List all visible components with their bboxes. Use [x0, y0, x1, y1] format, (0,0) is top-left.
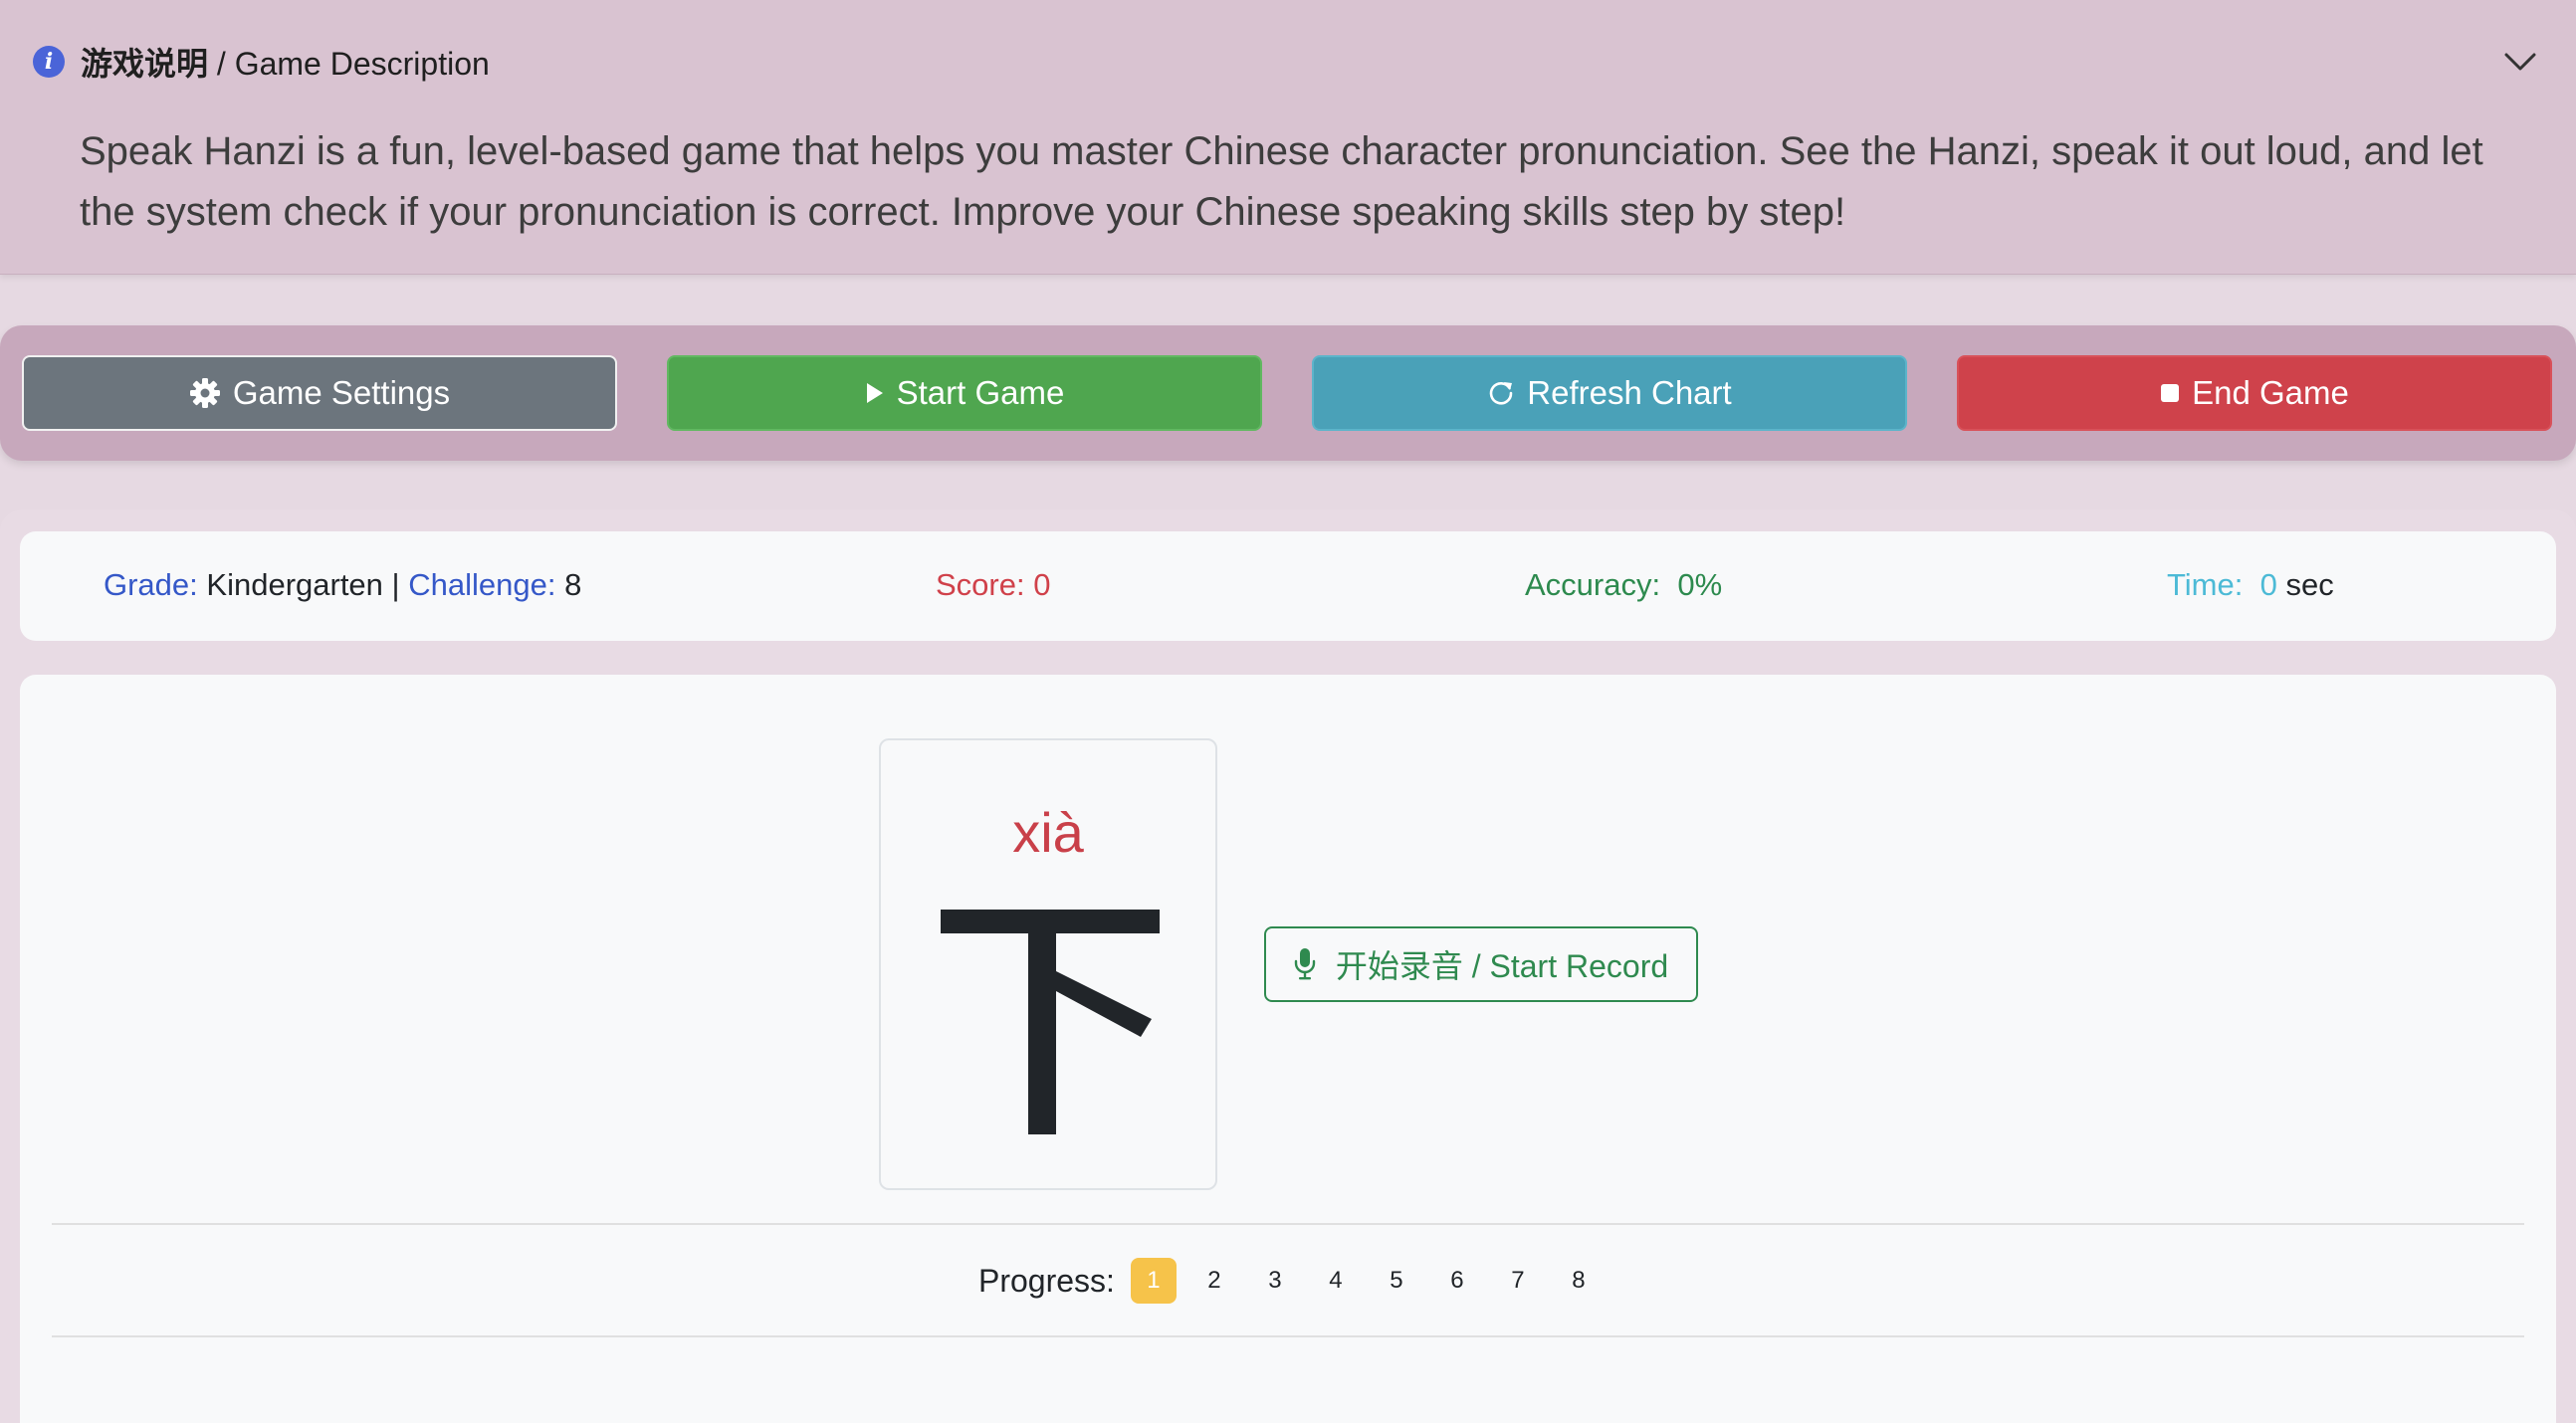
gear-icon	[189, 377, 221, 409]
start-record-button[interactable]: 开始录音 / Start Record	[1264, 926, 1698, 1002]
description-header[interactable]: i 游戏说明 / Game Description	[33, 40, 490, 84]
description-title-en: Game Description	[234, 46, 490, 82]
end-game-label: End Game	[2192, 374, 2349, 411]
accuracy-label: Accuracy:	[1525, 567, 1661, 602]
hanzi-character: 下	[941, 910, 1160, 1134]
grade-value: Kindergarten	[206, 567, 383, 602]
game-settings-label: Game Settings	[232, 374, 451, 411]
pinyin-text: xià	[1012, 801, 1084, 864]
chevron-down-icon[interactable]	[2500, 42, 2540, 82]
stat-separator: |	[391, 567, 400, 602]
progress-step[interactable]: 3	[1252, 1258, 1298, 1304]
progress-step[interactable]: 1	[1130, 1258, 1177, 1304]
progress-step[interactable]: 5	[1374, 1258, 1419, 1304]
stop-icon	[2160, 383, 2180, 403]
play-icon	[865, 382, 885, 404]
grade-label: Grade:	[104, 567, 198, 602]
info-icon: i	[33, 46, 65, 78]
progress-step[interactable]: 7	[1495, 1258, 1541, 1304]
character-card: xià 下	[879, 738, 1217, 1190]
progress-step[interactable]: 6	[1434, 1258, 1480, 1304]
progress-step[interactable]: 4	[1313, 1258, 1359, 1304]
progress-divider-bottom	[52, 1335, 2524, 1337]
score-stat: Score: 0	[936, 567, 1050, 603]
refresh-chart-label: Refresh Chart	[1527, 374, 1732, 411]
start-record-label: 开始录音 / Start Record	[1335, 948, 1669, 984]
time-stat: Time: 0 sec	[2167, 567, 2334, 603]
refresh-chart-button[interactable]: Refresh Chart	[1312, 355, 1907, 431]
progress-divider-top	[52, 1223, 2524, 1225]
description-title-sep: /	[208, 46, 235, 82]
progress-step[interactable]: 2	[1191, 1258, 1237, 1304]
time-unit: sec	[2285, 567, 2334, 602]
start-game-label: Start Game	[896, 374, 1065, 411]
score-value: 0	[1033, 567, 1051, 602]
time-label: Time:	[2167, 567, 2244, 602]
description-text: Speak Hanzi is a fun, level-based game t…	[80, 129, 2483, 234]
stats-bar: Grade: Kindergarten | Challenge: 8 Score…	[20, 531, 2556, 641]
accuracy-value: 0%	[1677, 567, 1723, 602]
progress-step[interactable]: 8	[1556, 1258, 1602, 1304]
main-game-card	[20, 675, 2556, 1423]
start-game-button[interactable]: Start Game	[667, 355, 1262, 431]
description-title: 游戏说明 / Game Description	[81, 39, 490, 85]
grade-challenge-stat: Grade: Kindergarten | Challenge: 8	[104, 567, 581, 603]
accuracy-stat: Accuracy: 0%	[1525, 567, 1722, 603]
description-title-cn: 游戏说明	[81, 46, 209, 82]
score-label: Score:	[936, 567, 1025, 602]
time-value: 0	[2259, 567, 2277, 602]
progress-bar: Progress: 1 2 3 4 5 6 7 8	[978, 1254, 1616, 1308]
end-game-button[interactable]: End Game	[1957, 355, 2552, 431]
challenge-label: Challenge:	[408, 567, 556, 602]
challenge-value: 8	[564, 567, 582, 602]
game-description-panel: i 游戏说明 / Game Description Speak Hanzi is…	[0, 0, 2576, 275]
game-toolbar: Game Settings Start Game Refresh Chart E…	[0, 325, 2576, 461]
refresh-icon	[1487, 379, 1515, 407]
microphone-icon	[1294, 947, 1316, 981]
progress-label: Progress:	[978, 1262, 1115, 1299]
game-settings-button[interactable]: Game Settings	[22, 355, 617, 431]
